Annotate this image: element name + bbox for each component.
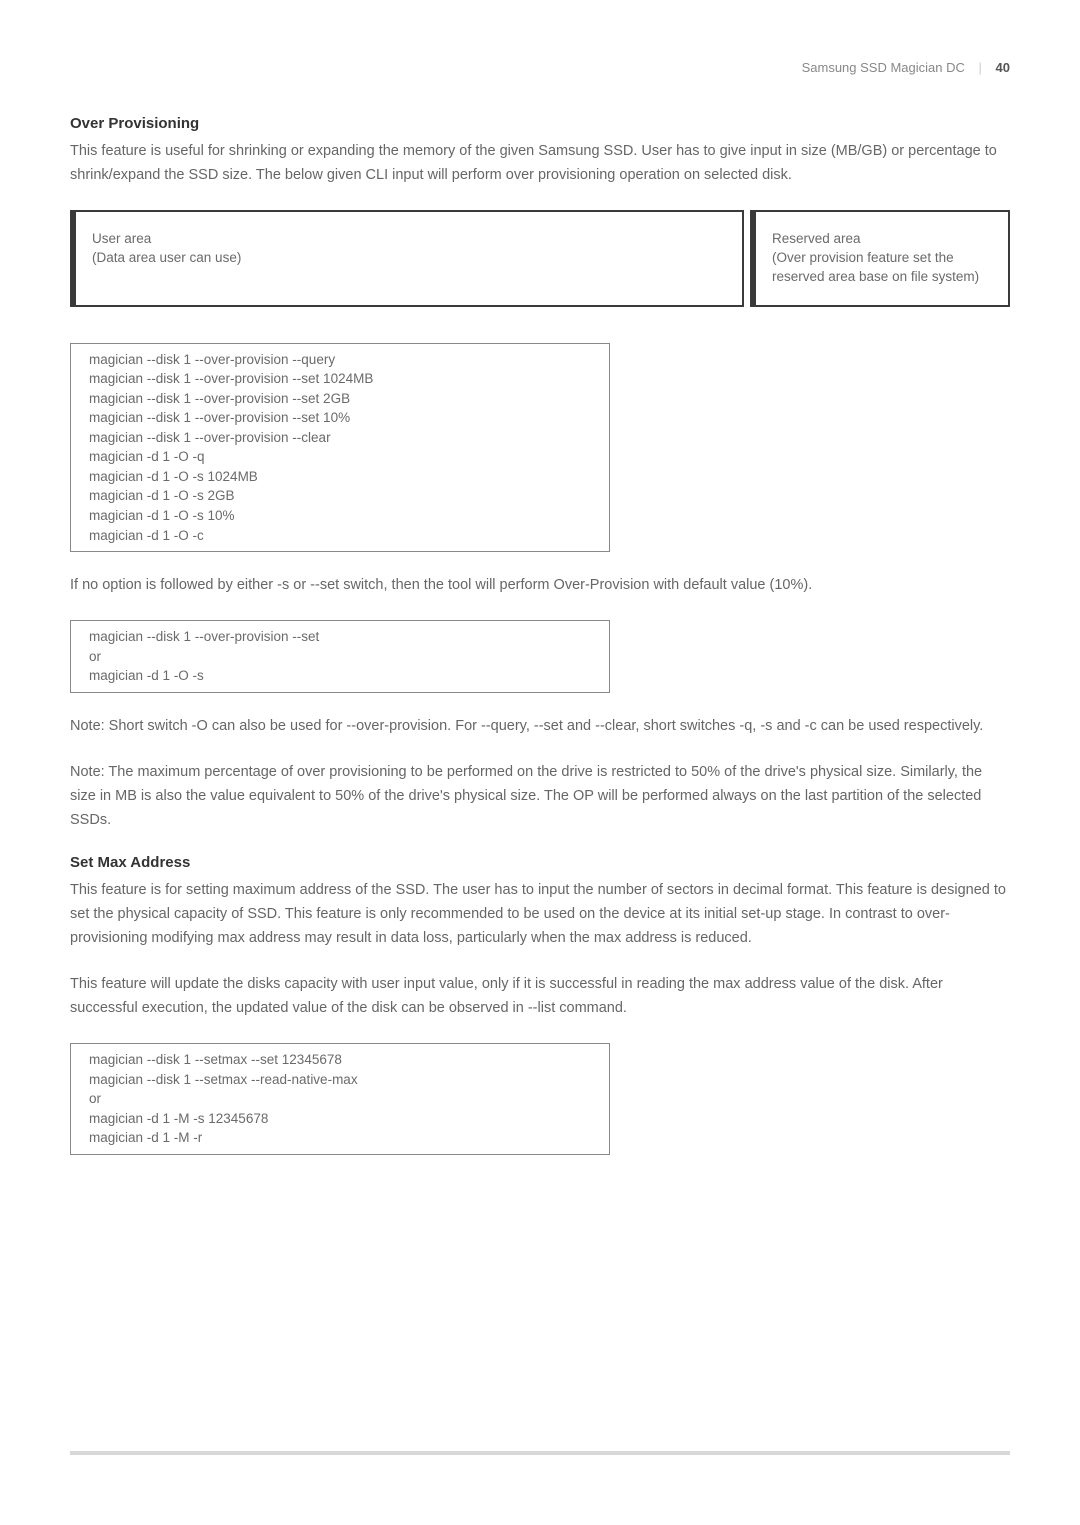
doc-title: Samsung SSD Magician DC [802, 60, 965, 75]
code-line: magician -d 1 -O -q [89, 447, 591, 467]
code-line: magician --disk 1 --setmax --read-native… [89, 1070, 591, 1090]
reserved-area-box: Reserved area (Over provision feature se… [750, 210, 1010, 307]
code-line: magician --disk 1 --over-provision --set… [89, 389, 591, 409]
over-provisioning-heading: Over Provisioning [70, 115, 1010, 132]
set-max-para-1: This feature is for setting maximum addr… [70, 879, 1010, 951]
code-line: magician --disk 1 --over-provision --set… [89, 408, 591, 428]
code-line: magician -d 1 -O -s [89, 666, 591, 686]
code-line: magician --disk 1 --over-provision --que… [89, 350, 591, 370]
code-line: or [89, 647, 591, 667]
code-line: magician --disk 1 --over-provision --set… [89, 369, 591, 389]
code-line: magician -d 1 -O -s 2GB [89, 486, 591, 506]
op-commands-box: magician --disk 1 --over-provision --que… [70, 343, 610, 553]
code-line: magician --disk 1 --setmax --set 1234567… [89, 1050, 591, 1070]
footer-rule [70, 1451, 1010, 1455]
op-note-1: Note: Short switch -O can also be used f… [70, 715, 1010, 739]
set-max-address-heading: Set Max Address [70, 854, 1010, 871]
header-divider: | [979, 60, 982, 75]
code-line: or [89, 1089, 591, 1109]
code-line: magician --disk 1 --over-provision --cle… [89, 428, 591, 448]
code-line: magician -d 1 -O -s 1024MB [89, 467, 591, 487]
set-max-commands-box: magician --disk 1 --setmax --set 1234567… [70, 1043, 610, 1155]
code-line: magician -d 1 -O -c [89, 526, 591, 546]
set-max-para-2: This feature will update the disks capac… [70, 973, 1010, 1021]
code-line: magician -d 1 -M -r [89, 1128, 591, 1148]
partition-diagram: User area (Data area user can use) Reser… [70, 210, 1010, 307]
code-line: magician --disk 1 --over-provision --set [89, 627, 591, 647]
page-header: Samsung SSD Magician DC | 40 [70, 60, 1010, 75]
code-line: magician -d 1 -O -s 10% [89, 506, 591, 526]
op-default-note: If no option is followed by either -s or… [70, 574, 1010, 598]
user-area-box: User area (Data area user can use) [70, 210, 744, 307]
code-line: magician -d 1 -M -s 12345678 [89, 1109, 591, 1129]
page-number: 40 [996, 60, 1010, 75]
op-default-commands-box: magician --disk 1 --over-provision --set… [70, 620, 610, 693]
over-provisioning-intro: This feature is useful for shrinking or … [70, 140, 1010, 188]
op-note-2: Note: The maximum percentage of over pro… [70, 761, 1010, 833]
